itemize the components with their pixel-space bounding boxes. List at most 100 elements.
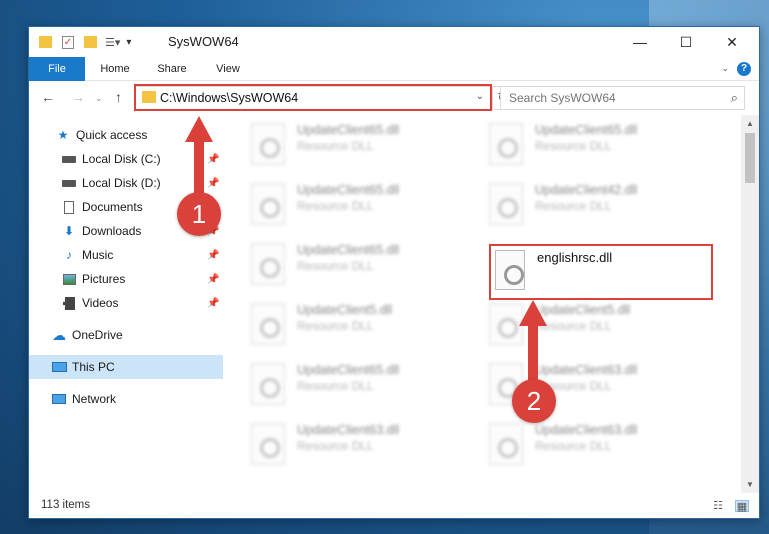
file-type: Resource DLL (297, 259, 374, 273)
pin-icon[interactable]: 📌 (207, 274, 219, 285)
tab-view[interactable]: View (205, 57, 251, 81)
sidebar-item-label: This PC (72, 360, 115, 374)
dll-file-icon (495, 250, 525, 290)
file-name: UpdateClient63.dll (535, 423, 638, 437)
dll-file-icon (251, 363, 285, 405)
file-name: UpdateClient63.dll (535, 363, 638, 377)
highlighted-file-englishrsc[interactable]: englishrsc.dll (489, 244, 713, 300)
sidebar-item-videos[interactable]: Videos 📌 (29, 291, 223, 315)
new-folder-icon[interactable] (84, 36, 97, 48)
search-icon[interactable]: ⌕ (731, 90, 738, 106)
sidebar-item-label: OneDrive (72, 328, 123, 342)
dll-file-icon (251, 423, 285, 465)
folder-icon[interactable] (39, 36, 52, 48)
sidebar-item-onedrive[interactable]: ☁ OneDrive (29, 323, 223, 347)
up-arrow-icon[interactable]: ↑ (115, 89, 122, 105)
scroll-up-icon[interactable]: ▲ (741, 119, 759, 128)
sidebar-item-label: Local Disk (C:) (82, 152, 161, 166)
star-icon: ★ (57, 128, 69, 142)
cloud-icon: ☁ (52, 326, 66, 343)
quick-access-toolbar: ✓ ☰▾ ▾ (39, 33, 131, 51)
file-name: UpdateClient5.dll (535, 303, 631, 317)
maximize-button[interactable]: ☐ (663, 27, 709, 57)
pin-icon[interactable]: 📌 (207, 298, 219, 309)
expand-ribbon-icon[interactable]: ⌄ (721, 63, 729, 74)
toolbar-dropdown-icon[interactable]: ▾ (126, 37, 131, 48)
list-item[interactable]: UpdateClient5.dll Resource DLL (251, 303, 481, 359)
document-icon (61, 200, 77, 214)
dll-file-icon (251, 303, 285, 345)
computer-icon (51, 360, 67, 374)
recent-locations-icon[interactable]: ⌄ (95, 93, 103, 104)
help-button[interactable]: ? (737, 62, 751, 76)
sidebar-item-pictures[interactable]: Pictures 📌 (29, 267, 223, 291)
pin-icon[interactable]: 📌 (207, 178, 219, 189)
ribbon: File Home Share View ⌄ ? (29, 57, 759, 81)
file-name: UpdateClient5.dll (297, 303, 393, 317)
file-name: UpdateClient65.dll (297, 123, 400, 137)
file-name: UpdateClient42.dll (535, 183, 638, 197)
dll-file-icon (489, 423, 523, 465)
annotation-arrow-2-head (519, 300, 547, 326)
item-count: 113 items (41, 499, 91, 511)
file-name: UpdateClient65.dll (297, 183, 400, 197)
list-item[interactable]: UpdateClient42.dll Resource DLL (489, 183, 719, 239)
sidebar-item-label: Videos (82, 296, 119, 310)
file-type: Resource DLL (297, 439, 374, 453)
sidebar-item-network[interactable]: Network (29, 387, 223, 411)
list-item[interactable]: UpdateClient65.dll Resource DLL (489, 123, 719, 179)
download-icon: ⬇ (63, 224, 75, 238)
minimize-button[interactable]: — (617, 27, 663, 57)
list-item[interactable]: UpdateClient63.dll Resource DLL (489, 423, 719, 479)
dll-file-icon (251, 243, 285, 285)
file-name: UpdateClient65.dll (297, 363, 400, 377)
pictures-icon (61, 272, 77, 286)
file-name: UpdateClient63.dll (297, 423, 400, 437)
address-bar-highlight (134, 84, 492, 111)
search-box[interactable]: ⌕ (500, 86, 745, 110)
tab-share[interactable]: Share (149, 57, 195, 81)
scrollbar-thumb[interactable] (745, 133, 755, 183)
forward-arrow-icon[interactable]: → (71, 89, 85, 105)
sidebar-item-this-pc[interactable]: This PC (29, 355, 223, 379)
annotation-badge-2: 2 (512, 379, 556, 423)
list-item[interactable]: UpdateClient65.dll Resource DLL (251, 123, 481, 179)
list-item[interactable]: UpdateClient65.dll Resource DLL (251, 183, 481, 239)
pin-icon[interactable]: 📌 (207, 250, 219, 261)
annotation-arrow-2-shaft (528, 324, 538, 384)
file-list: UpdateClient65.dll Resource DLL UpdateCl… (225, 115, 741, 493)
file-type: Resource DLL (297, 379, 374, 393)
tab-home[interactable]: Home (91, 57, 139, 81)
large-icons-view-icon[interactable]: ▦ (735, 500, 749, 513)
file-name: UpdateClient65.dll (297, 243, 400, 257)
dll-file-icon (251, 183, 285, 225)
list-item[interactable]: UpdateClient65.dll Resource DLL (251, 243, 481, 299)
search-input[interactable] (509, 91, 709, 105)
file-type: Resource DLL (535, 199, 612, 213)
title-bar: ✓ ☰▾ ▾ SysWOW64 — ☐ ✕ (29, 27, 759, 57)
sidebar-item-music[interactable]: ♪ Music 📌 (29, 243, 223, 267)
list-item[interactable]: UpdateClient65.dll Resource DLL (251, 363, 481, 419)
navigation-bar: ← → ⌄ ↑ C:\Windows\SysWOW64 ⌄ ↻ ⌕ (29, 83, 759, 113)
file-type: Resource DLL (535, 139, 612, 153)
file-type: Resource DLL (297, 199, 374, 213)
details-view-icon[interactable]: ☷ (711, 500, 725, 512)
status-bar: 113 items ☷ ▦ (29, 493, 759, 518)
pin-icon[interactable]: 📌 (207, 154, 219, 165)
annotation-arrow-1-head (185, 116, 213, 142)
sidebar-item-label: Quick access (76, 128, 148, 142)
properties-icon[interactable]: ✓ (62, 35, 74, 49)
back-arrow-icon[interactable]: ← (41, 89, 55, 105)
close-button[interactable]: ✕ (709, 27, 755, 57)
customize-toolbar-icon[interactable]: ☰▾ (105, 36, 120, 49)
dll-file-icon (489, 183, 523, 225)
vertical-scrollbar[interactable]: ▲ ▼ (741, 115, 759, 493)
tab-file[interactable]: File (29, 57, 85, 81)
file-type: Resource DLL (297, 319, 374, 333)
sidebar-item-label: Documents (82, 200, 143, 214)
list-item[interactable]: UpdateClient63.dll Resource DLL (251, 423, 481, 479)
scroll-down-icon[interactable]: ▼ (741, 480, 759, 489)
video-icon (61, 296, 77, 310)
sidebar-item-label: Downloads (82, 224, 142, 238)
music-icon: ♪ (66, 248, 72, 262)
